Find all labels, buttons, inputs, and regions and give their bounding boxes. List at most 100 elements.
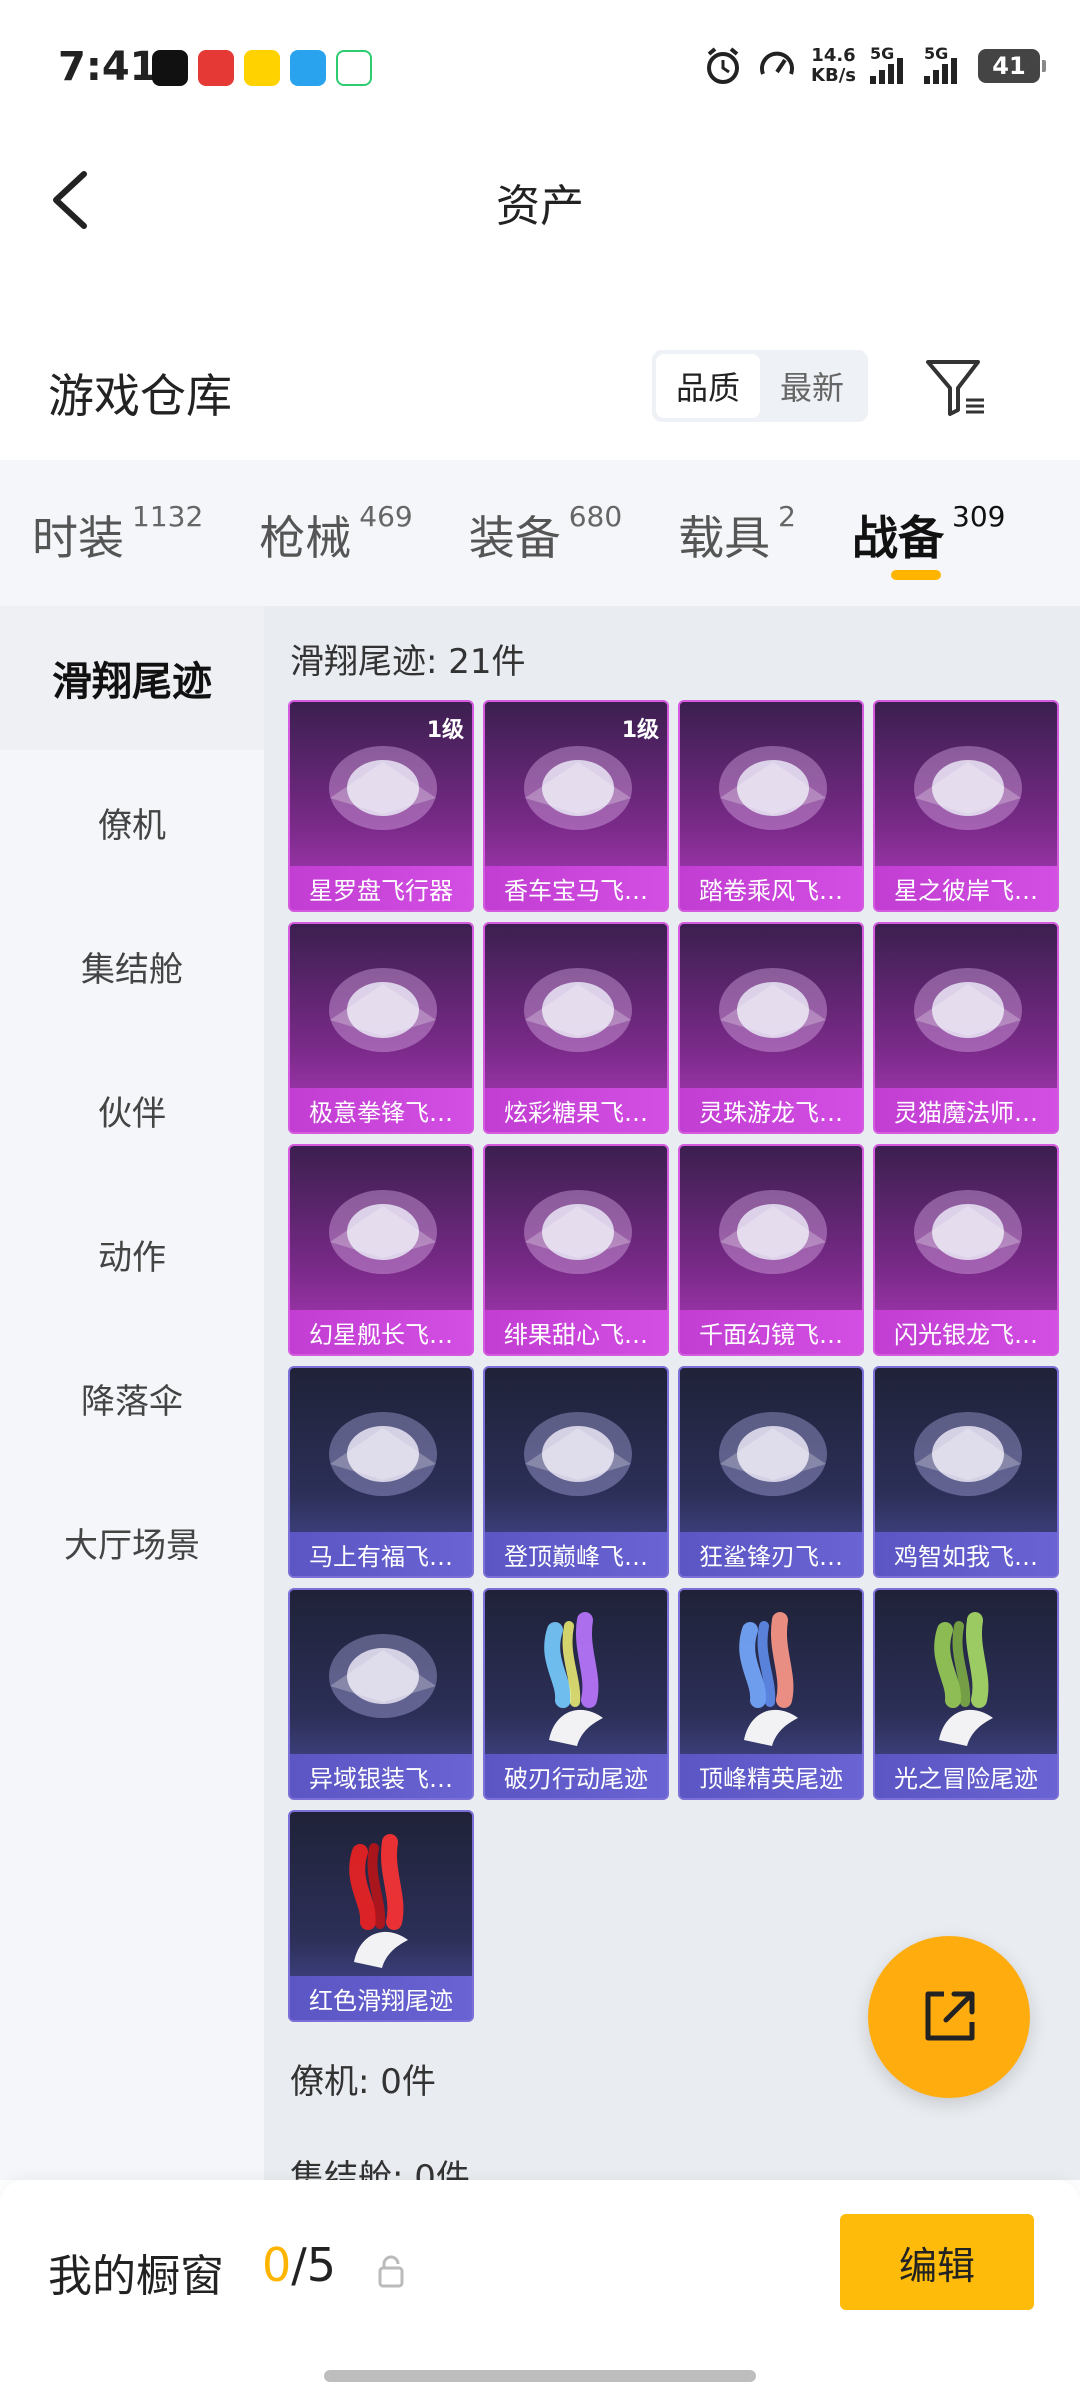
shark-icon — [719, 1412, 827, 1496]
item-card[interactable]: 破刃行动尾迹 — [483, 1588, 669, 1800]
sidebar-item-glide-trail[interactable]: 滑翔尾迹 — [0, 606, 264, 750]
item-card[interactable]: 异域银装飞… — [288, 1588, 474, 1800]
sidebar-item-wingman[interactable]: 僚机 — [0, 750, 264, 894]
item-card[interactable]: 顶峰精英尾迹 — [678, 1588, 864, 1800]
item-card[interactable]: 马上有福飞… — [288, 1366, 474, 1578]
share-icon — [925, 1991, 975, 2041]
tab-battle-gear[interactable]: 战备 309 — [852, 460, 1005, 606]
showcase-bar: 我的橱窗 0/5 编辑 — [0, 2180, 1080, 2400]
item-card[interactable]: 1级星罗盘飞行器 — [288, 700, 474, 912]
signal-1-icon: 5G — [870, 44, 910, 84]
rainbow-trail-icon — [544, 1612, 603, 1746]
item-name: 香车宝马飞… — [485, 866, 667, 910]
item-card[interactable]: 闪光银龙飞… — [873, 1144, 1059, 1356]
item-card[interactable]: 光之冒险尾迹 — [873, 1588, 1059, 1800]
item-card[interactable]: 鸡智如我飞… — [873, 1366, 1059, 1578]
item-name: 千面幻镜飞… — [680, 1310, 862, 1354]
alarm-icon — [707, 47, 740, 84]
sidebar-item-parachute[interactable]: 降落伞 — [0, 1326, 264, 1470]
play-icon — [336, 50, 372, 86]
item-name: 登顶巅峰飞… — [485, 1532, 667, 1576]
item-name: 红色滑翔尾迹 — [290, 1976, 472, 2020]
status-bar: 7:41 14.6 KB/s 5G 5G 41 — [0, 0, 1080, 140]
item-card[interactable]: 灵猫魔法师… — [873, 922, 1059, 1134]
item-name: 极意拳锋飞… — [290, 1088, 472, 1132]
level-badge: 1级 — [426, 718, 464, 743]
item-name: 灵猫魔法师… — [875, 1088, 1057, 1132]
page-title: 资产 — [496, 181, 584, 232]
showcase-count: 0/5 — [262, 2238, 337, 2292]
item-card[interactable]: 1级香车宝马飞… — [483, 700, 669, 912]
sidebar-item-partner[interactable]: 伙伴 — [0, 1038, 264, 1182]
sort-newest-button[interactable]: 最新 — [760, 354, 864, 418]
fruit-sweet-icon — [524, 1190, 632, 1274]
lock-icon — [378, 2255, 404, 2288]
item-name: 灵珠游龙飞… — [680, 1088, 862, 1132]
section-title-assembly-pod: 集结舱: 0件 — [290, 2158, 470, 2180]
level-badge: 1级 — [621, 718, 659, 743]
blade-wing-icon — [329, 1634, 437, 1718]
item-card[interactable]: 星之彼岸飞… — [873, 700, 1059, 912]
item-name: 顶峰精英尾迹 — [680, 1754, 862, 1798]
item-card[interactable]: 幻星舰长飞… — [288, 1144, 474, 1356]
tab-vehicles[interactable]: 载具 2 — [678, 460, 796, 606]
chicken-icon — [914, 1412, 1022, 1496]
jet-icon — [524, 1412, 632, 1496]
item-name: 星罗盘飞行器 — [290, 866, 472, 910]
item-name: 破刃行动尾迹 — [485, 1754, 667, 1798]
sort-quality-button[interactable]: 品质 — [656, 354, 760, 418]
blue-trail-icon — [739, 1612, 798, 1746]
tab-firearms[interactable]: 枪械 469 — [259, 460, 412, 606]
item-name: 异域银装飞… — [290, 1754, 472, 1798]
telegram-icon — [290, 50, 326, 86]
section-title-wingman: 僚机: 0件 — [290, 2062, 436, 2102]
sidebar-item-assembly-pod[interactable]: 集结舱 — [0, 894, 264, 1038]
section-title-glide-trail: 滑翔尾迹: 21件 — [290, 642, 526, 682]
item-card[interactable]: 炫彩糖果飞… — [483, 922, 669, 1134]
red-app-icon — [198, 50, 234, 86]
cat-icon — [914, 968, 1022, 1052]
item-card[interactable]: 登顶巅峰飞… — [483, 1366, 669, 1578]
dragon-icon — [719, 968, 827, 1052]
item-card[interactable]: 千面幻镜飞… — [678, 1144, 864, 1356]
speedometer-icon — [760, 51, 795, 75]
sidebar-item-emote[interactable]: 动作 — [0, 1182, 264, 1326]
scroll-icon — [719, 746, 827, 830]
filter-icon — [926, 360, 984, 416]
item-card[interactable]: 绯果甜心飞… — [483, 1144, 669, 1356]
item-name: 星之彼岸飞… — [875, 866, 1057, 910]
active-tab-indicator — [891, 570, 942, 580]
sort-toggle: 品质 最新 — [652, 350, 868, 422]
net-speed: 14.6 KB/s — [811, 45, 856, 86]
item-grid: 1级星罗盘飞行器 1级香车宝马飞… 踏卷乘风飞… 星之彼岸飞… 极意拳锋飞… 炫… — [288, 700, 1068, 2022]
item-name: 狂鲨锋刃飞… — [680, 1532, 862, 1576]
sidebar: 滑翔尾迹 僚机 集结舱 伙伴 动作 降落伞 大厅场景 — [0, 606, 264, 2180]
item-name: 马上有福飞… — [290, 1532, 472, 1576]
ufo-icon — [719, 1190, 827, 1274]
item-card[interactable]: 红色滑翔尾迹 — [288, 1810, 474, 2022]
status-time: 7:41 — [58, 44, 158, 90]
header: 资产 — [0, 140, 1080, 260]
tab-equipment[interactable]: 装备 680 — [469, 460, 622, 606]
showcase-title: 我的橱窗 — [48, 2251, 224, 2302]
item-card[interactable]: 狂鲨锋刃飞… — [678, 1366, 864, 1578]
battery-icon: 41 — [978, 49, 1046, 83]
item-card[interactable]: 踏卷乘风飞… — [678, 700, 864, 912]
category-tabs: 时装 1132 枪械 469 装备 680 载具 2 战备 309 — [0, 460, 1080, 606]
filter-button[interactable] — [920, 352, 990, 422]
warehouse-title: 游戏仓库 — [48, 369, 232, 423]
ring-ship-icon — [329, 1190, 437, 1274]
item-card[interactable]: 灵珠游龙飞… — [678, 922, 864, 1134]
tab-fashion[interactable]: 时装 1132 — [32, 460, 203, 606]
dark-wing-icon — [914, 746, 1022, 830]
notification-icons — [152, 50, 372, 86]
item-name: 炫彩糖果飞… — [485, 1088, 667, 1132]
edit-button[interactable]: 编辑 — [840, 2214, 1034, 2310]
share-fab-button[interactable] — [868, 1936, 1030, 2098]
sidebar-item-lobby-scene[interactable]: 大厅场景 — [0, 1470, 264, 1614]
item-name: 踏卷乘风飞… — [680, 866, 862, 910]
home-indicator — [324, 2370, 756, 2382]
item-name: 绯果甜心飞… — [485, 1310, 667, 1354]
silver-wing-icon — [914, 1190, 1022, 1274]
item-card[interactable]: 极意拳锋飞… — [288, 922, 474, 1134]
